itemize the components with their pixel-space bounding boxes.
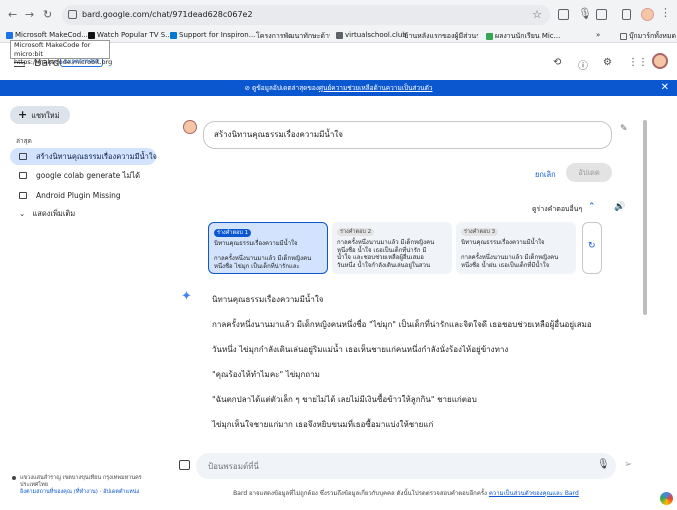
- edit-pencil-icon[interactable]: ✎: [620, 124, 628, 134]
- all-bookmarks-folder[interactable]: บุ๊กมาร์กทั้งหมด: [620, 31, 676, 42]
- address-url: bard.google.com/chat/971dead628c067e2: [82, 10, 253, 19]
- bookmark-item[interactable]: Watch Popular TV S...: [88, 31, 172, 39]
- forward-arrow-icon[interactable]: →: [25, 8, 34, 21]
- site-info-icon[interactable]: [68, 10, 77, 19]
- update-location-link[interactable]: อัปเดตตำแหน่ง: [103, 489, 139, 495]
- privacy-banner: ⊘ ดูข้อมูลอัปเดตล่าสุดของศูนย์ความช่วยเห…: [0, 80, 677, 96]
- chat-icon: [19, 153, 27, 160]
- bookmark-tooltip: Microsoft MakeCode for micro:bit https:/…: [10, 40, 112, 66]
- account-avatar[interactable]: [652, 53, 668, 69]
- sidebar-item-chat[interactable]: google colab generate ไม่ได้: [10, 167, 156, 184]
- prompt-input-box: [196, 453, 616, 479]
- side-panel-icon[interactable]: [622, 9, 631, 20]
- privacy-link[interactable]: ความเป็นส่วนตัวของคุณและ Bard: [489, 490, 579, 497]
- back-arrow-icon[interactable]: ←: [8, 8, 17, 21]
- bookmark-favicon-icon: [88, 31, 95, 39]
- view-other-drafts-button[interactable]: ดูร่างคำตอบอื่นๆ: [532, 204, 582, 215]
- settings-gear-icon[interactable]: ⚙: [603, 57, 612, 68]
- folder-icon: [620, 33, 627, 40]
- draft-card-2[interactable]: ร่างคำตอบ 2 กาลครั้งหนึ่งนานมาแล้ว มีเด็…: [332, 222, 452, 274]
- bookmark-star-icon[interactable]: ☆: [532, 8, 542, 21]
- bard-gem-icon[interactable]: [660, 492, 673, 505]
- privacy-hub-link[interactable]: ศูนย์ความช่วยเหลือด้านความเป็นส่วนตัว: [319, 84, 433, 92]
- sidebar-item-chat[interactable]: Android Plugin Missing: [10, 187, 156, 204]
- sidebar-item-chat[interactable]: สร้างนิทานคุณธรรมเรื่องความมีน้ำใจ: [10, 148, 157, 165]
- bookmark-favicon-icon: [6, 31, 13, 39]
- draft-card-1[interactable]: ร่างคำตอบ 1 นิทานคุณธรรมเรื่องความมีน้ำใ…: [208, 222, 328, 274]
- send-icon[interactable]: ➢: [624, 459, 632, 470]
- prompt-input[interactable]: [208, 459, 568, 473]
- recent-heading: ล่าสุด: [16, 137, 32, 145]
- user-avatar: [183, 120, 197, 134]
- bookmarks-overflow-icon[interactable]: »: [596, 31, 600, 39]
- bookmark-favicon-icon: [486, 33, 493, 40]
- menu-dots-icon[interactable]: ⋮: [660, 6, 671, 19]
- location-info: แขวงแสนสำราญ เขตบางขุนเทียน กรุงเทพมหานค…: [12, 475, 150, 496]
- speaker-icon[interactable]: 🔊: [614, 202, 625, 212]
- translate-icon[interactable]: [558, 9, 569, 20]
- bookmark-item[interactable]: Support for Inspiron...: [170, 31, 255, 39]
- refresh-icon: ↻: [588, 241, 596, 251]
- bard-sparkle-icon: ✦: [181, 289, 192, 304]
- address-bar[interactable]: bard.google.com/chat/971dead628c067e2 ☆: [62, 5, 550, 25]
- plus-icon: +: [18, 108, 28, 121]
- response-paragraph: "คุณร้องไห้ทำไมคะ" ไข่มุกถาม: [212, 370, 320, 379]
- response-paragraph: "ฉันตกปลาได้แต่ตัวเล็ก ๆ ขายไม่ได้ เลยไม…: [212, 395, 477, 404]
- regenerate-drafts-button[interactable]: ↻: [582, 222, 602, 274]
- bookmark-item[interactable]: โครงการพัฒนาทักษะด้านดิจิทัลสำ...: [254, 31, 330, 42]
- chevron-down-icon: ⌄: [19, 209, 28, 218]
- chat-icon: [19, 192, 27, 199]
- disclaimer: Bard อาจแสดงข้อมูลที่ไม่ถูกต้อง ซึ่งรวมถ…: [233, 490, 579, 497]
- location-source-link[interactable]: อิงตามสถานที่ของคุณ (ที่ทำงาน): [20, 489, 98, 495]
- response-paragraph: วันหนึ่ง ไข่มุกกำลังเดินเล่นอยู่ริมแม่น้…: [212, 345, 509, 354]
- reload-icon[interactable]: ↻: [43, 8, 52, 21]
- draft-card-3[interactable]: ร่างคำตอบ 3 นิทานคุณธรรมเรื่องความมีน้ำใ…: [456, 222, 576, 274]
- cancel-button[interactable]: ยกเลิก: [535, 169, 556, 181]
- close-icon[interactable]: ✕: [661, 80, 669, 96]
- response-paragraph: กาลครั้งหนึ่งนานมาแล้ว มีเด็กหญิงคนหนึ่ง…: [212, 320, 592, 329]
- bookmark-favicon-icon: [336, 31, 343, 39]
- show-more-button[interactable]: ⌄ แสดงเพิ่มเติม: [19, 208, 75, 220]
- bookmark-item[interactable]: virtualschool.club: [336, 31, 407, 39]
- edit-prompt-field[interactable]: สร้างนิทานคุณธรรมเรื่องความมีน้ำใจ: [203, 121, 612, 149]
- chat-icon: [19, 172, 27, 179]
- help-icon[interactable]: ⓘ: [578, 57, 588, 72]
- extensions-icon[interactable]: [596, 9, 607, 20]
- browser-toolbar: ← → ↻ bard.google.com/chat/971dead628c06…: [0, 0, 677, 30]
- update-button[interactable]: อัปเดต: [566, 163, 612, 182]
- profile-avatar[interactable]: [641, 8, 654, 21]
- new-chat-button[interactable]: + แชทใหม่: [10, 106, 70, 124]
- microphone-icon[interactable]: 🎙: [597, 459, 610, 470]
- location-dot-icon: [12, 476, 16, 480]
- image-upload-icon[interactable]: [179, 460, 190, 470]
- banner-check-icon: ⊘: [244, 84, 253, 92]
- apps-grid-icon[interactable]: ⋮⋮: [628, 57, 648, 68]
- chevron-up-icon[interactable]: ⌃: [588, 202, 596, 212]
- bookmark-favicon-icon: [170, 31, 177, 39]
- bookmark-item[interactable]: ผลงานนักเรียน Mic...: [486, 31, 560, 42]
- bookmark-item[interactable]: บ้านหลังแรกของผู้มีส่วนร่วมทุกสภาพ...: [402, 31, 478, 42]
- response-paragraph: ไข่มุกเห็นใจชายแก่มาก เธอจึงหยิบขนมที่เธ…: [212, 420, 434, 429]
- scrollbar[interactable]: [643, 120, 647, 315]
- microphone-icon[interactable]: 🎙: [578, 7, 592, 20]
- response-title: นิทานคุณธรรมเรื่องความมีน้ำใจ: [212, 295, 324, 304]
- bookmark-item[interactable]: Microsoft MakeCod...: [6, 31, 88, 39]
- history-icon[interactable]: ⟲: [553, 57, 561, 68]
